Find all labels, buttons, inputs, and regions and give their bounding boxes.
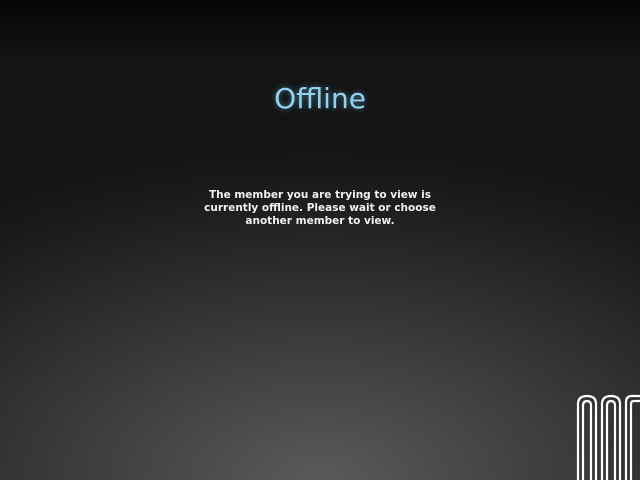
offline-title: Offline bbox=[274, 82, 366, 115]
top-shade bbox=[0, 0, 640, 60]
brand-logo-icon bbox=[576, 394, 640, 480]
offline-message: The member you are trying to view is cur… bbox=[204, 189, 436, 227]
